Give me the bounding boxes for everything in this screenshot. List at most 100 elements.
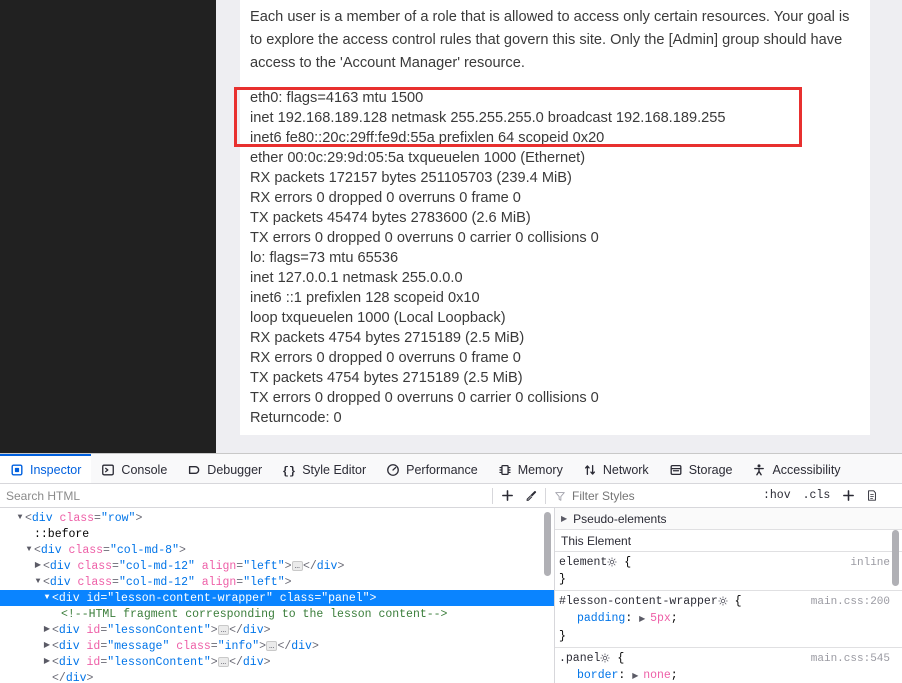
filter-styles-input[interactable] xyxy=(572,484,757,507)
styles-view-pane[interactable]: ▶ Pseudo-elements This Element element {… xyxy=(555,508,902,683)
collapsed-children-icon[interactable]: … xyxy=(291,561,303,571)
gear-icon[interactable] xyxy=(600,651,611,663)
twisty-closed-icon[interactable]: ▶ xyxy=(33,558,43,574)
this-element-section[interactable]: This Element xyxy=(555,530,902,552)
markup-token-punct: < xyxy=(52,640,59,654)
styles-scrollbar-thumb[interactable] xyxy=(892,530,899,586)
tab-label: Style Editor xyxy=(302,462,367,477)
tab-label: Memory xyxy=(517,462,563,477)
css-selector[interactable]: #lesson-content-wrapper xyxy=(559,595,718,608)
markup-node[interactable]: ▶ <div id="lessonContent">… </div> xyxy=(0,654,554,670)
inspector-icon xyxy=(10,463,24,477)
terminal-line: lo: flags=73 mtu 65536 xyxy=(250,250,399,266)
twisty-open-icon[interactable]: ▼ xyxy=(42,590,52,606)
css-rule-header: #lesson-content-wrapper {main.css:200 xyxy=(559,593,902,610)
tab-memory[interactable]: Memory xyxy=(488,454,573,483)
css-rules-list[interactable]: element {inline} #lesson-content-wrapper … xyxy=(555,552,902,683)
css-rule[interactable]: #lesson-content-wrapper {main.css:200 pad… xyxy=(555,591,902,648)
markup-token-punct: = xyxy=(103,544,110,558)
twisty-open-icon[interactable]: ▼ xyxy=(24,542,34,558)
markup-tree[interactable]: ▼ <div class="row"> ::before ▼ <div class="… xyxy=(0,508,554,683)
gear-icon[interactable] xyxy=(718,594,728,606)
add-node-icon[interactable] xyxy=(495,485,519,507)
markup-node[interactable]: ::before xyxy=(0,526,554,542)
collapsed-children-icon[interactable]: … xyxy=(266,641,278,651)
markup-node[interactable]: ▼ <div class="col-md-8"> xyxy=(0,542,554,558)
css-rule-source[interactable]: main.css:545 xyxy=(811,651,890,668)
terminal-line: ether 00:0c:29:9d:05:5a txqueuelen 1000 … xyxy=(250,150,586,166)
css-declaration[interactable]: border: ▶ none; xyxy=(559,667,902,683)
css-value[interactable]: none xyxy=(643,669,671,682)
value-expander-icon[interactable]: ▶ xyxy=(639,615,650,624)
markup-node[interactable]: </div> xyxy=(0,670,554,683)
css-rule[interactable]: .panel {main.css:545border: ▶ none;} xyxy=(555,648,902,683)
markup-token-sp xyxy=(62,544,69,557)
hov-toggle[interactable]: :hov xyxy=(757,489,797,502)
markup-node[interactable]: ▶ <div id="message" class="info">… </div> xyxy=(0,638,554,654)
markup-scrollbar-thumb[interactable] xyxy=(544,512,551,576)
css-property[interactable]: padding xyxy=(577,612,625,625)
console-icon xyxy=(101,463,115,477)
twisty-none xyxy=(51,606,61,622)
tab-console[interactable]: Console xyxy=(91,454,177,483)
css-selector[interactable]: .panel xyxy=(559,652,600,665)
tab-network[interactable]: Network xyxy=(573,454,659,483)
css-value[interactable]: 5px xyxy=(650,612,671,625)
markup-scrollbar[interactable] xyxy=(544,508,551,683)
twisty-closed-icon[interactable]: ▶ xyxy=(42,638,52,654)
markup-token-attr-name: align xyxy=(201,560,237,574)
markup-token-comment: <!--HTML fragment corresponding to the l… xyxy=(61,608,448,622)
terminal-line: TX packets 45474 bytes 2783600 (2.6 MiB) xyxy=(250,210,531,226)
markup-token-punct: > xyxy=(86,672,94,683)
tab-performance[interactable]: Performance xyxy=(376,454,488,483)
tab-style-editor[interactable]: {} Style Editor xyxy=(272,454,376,483)
markup-node[interactable]: ▶ <div id="lessonContent">… </div> xyxy=(0,622,554,638)
eyedropper-icon[interactable] xyxy=(519,485,543,507)
markup-token-punct: > xyxy=(284,560,292,574)
plus-icon[interactable] xyxy=(836,485,860,507)
tab-label: Console xyxy=(121,462,168,477)
markup-token-tag: div xyxy=(65,672,87,683)
markup-node[interactable]: ▼ <div class="col-md-12" align="left"> xyxy=(0,574,554,590)
markup-token-punct: > xyxy=(263,656,271,670)
css-selector[interactable]: element xyxy=(559,556,607,569)
twisty-open-icon[interactable]: ▼ xyxy=(15,510,25,526)
pseudo-elements-section[interactable]: ▶ Pseudo-elements xyxy=(555,508,902,530)
markup-view-pane[interactable]: ▼ <div class="row"> ::before ▼ <div class="… xyxy=(0,508,555,683)
twisty-open-icon[interactable]: ▼ xyxy=(33,574,43,590)
css-property[interactable]: border xyxy=(577,669,618,682)
markup-node[interactable]: ▶ <div class="col-md-12" align="left">… </… xyxy=(0,558,554,574)
terminal-output-block: eth0: flags=4163 mtu 1500 inet 192.168.18… xyxy=(250,88,860,428)
markup-token-attr-name: id xyxy=(86,656,101,670)
twisty-closed-icon[interactable]: ▶ xyxy=(42,622,52,638)
css-rule[interactable]: element {inline} xyxy=(555,552,902,591)
markup-token-punct: > xyxy=(178,544,186,558)
markup-node-selected[interactable]: ▼ <div id="lesson-content-wrapper" class=… xyxy=(0,590,554,606)
markup-node[interactable]: ▼ <div class="row"> xyxy=(0,510,554,526)
collapsed-children-icon[interactable]: … xyxy=(217,625,230,635)
twisty-closed-icon[interactable]: ▶ xyxy=(42,654,52,670)
value-expander-icon[interactable]: ▶ xyxy=(632,672,643,681)
performance-icon xyxy=(386,463,400,477)
search-html-input[interactable] xyxy=(0,484,490,507)
markup-token-plain: ::before xyxy=(34,528,90,542)
tab-debugger[interactable]: Debugger xyxy=(177,454,272,483)
markup-node[interactable]: <!--HTML fragment corresponding to the l… xyxy=(0,606,554,622)
css-declaration[interactable]: padding: ▶ 5px; xyxy=(559,610,902,628)
style-editor-icon: {} xyxy=(282,463,296,476)
gear-icon[interactable] xyxy=(607,555,617,567)
css-rule-source[interactable]: main.css:200 xyxy=(811,594,890,611)
collapsed-children-icon[interactable]: … xyxy=(217,657,230,667)
markup-token-tag: div xyxy=(242,656,264,670)
css-rule-source[interactable]: inline xyxy=(850,555,890,572)
tab-inspector[interactable]: Inspector xyxy=(0,454,92,483)
css-semicolon: ; xyxy=(670,669,678,682)
tab-accessibility[interactable]: Accessibility xyxy=(742,454,850,483)
document-icon[interactable] xyxy=(860,485,884,507)
markup-token-punct: = xyxy=(210,640,218,654)
cls-toggle[interactable]: .cls xyxy=(797,489,837,502)
tab-storage[interactable]: Storage xyxy=(659,454,743,483)
markup-token-sp xyxy=(273,592,280,605)
styles-scrollbar[interactable] xyxy=(892,530,899,620)
markup-token-attr-name: class xyxy=(59,512,95,526)
